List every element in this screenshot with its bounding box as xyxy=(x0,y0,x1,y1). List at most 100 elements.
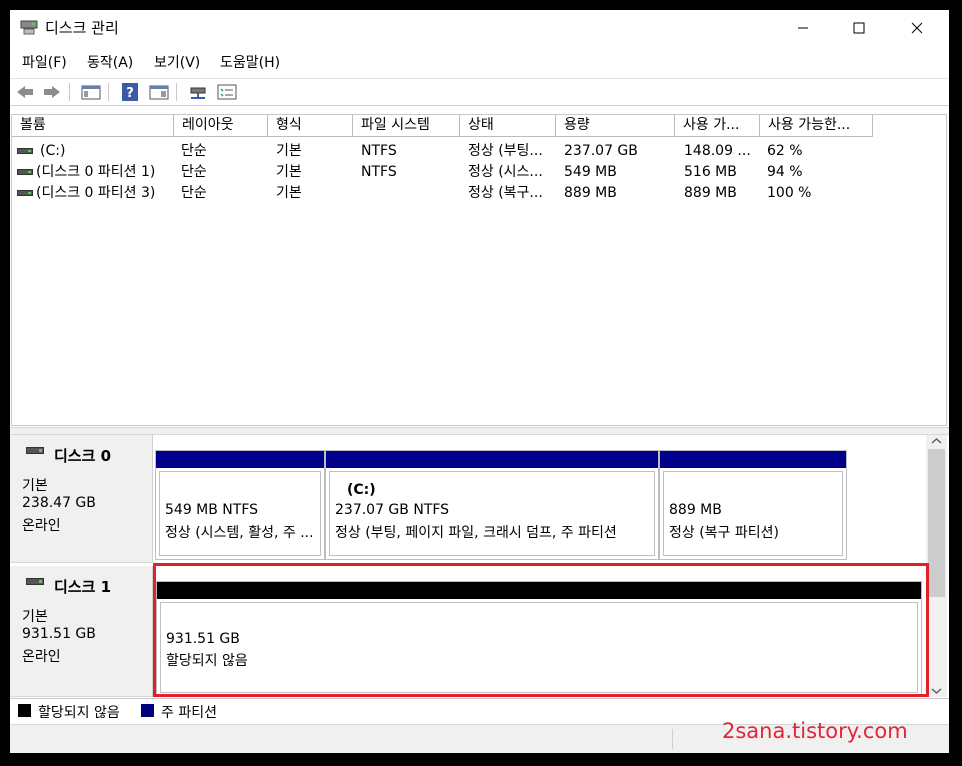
partition-label: (C:) xyxy=(347,482,376,498)
primary-partition-bar xyxy=(156,451,324,468)
cell-type: 기본 xyxy=(276,185,302,201)
close-button[interactable] xyxy=(894,10,940,46)
toolbar-separator xyxy=(176,83,177,101)
minimize-icon xyxy=(798,27,808,29)
partition-body: 889 MB 정상 (복구 파티션) xyxy=(663,471,843,556)
partition-block[interactable]: 889 MB 정상 (복구 파티션) xyxy=(659,450,847,560)
toolbar-separator xyxy=(69,83,70,101)
volume-drive-icon xyxy=(17,169,33,175)
disk-state: 온라인 xyxy=(22,518,61,534)
properties-icon xyxy=(149,85,169,100)
maximize-button[interactable] xyxy=(836,10,882,46)
cell-free-space: 148.09 ... xyxy=(684,143,751,159)
cell-status: 정상 (복구... xyxy=(468,185,543,201)
disk-0-label[interactable]: 디스크 0 기본 238.47 GB 온라인 xyxy=(10,435,153,563)
minimize-button[interactable] xyxy=(780,10,826,46)
col-header-capacity[interactable]: 용량 xyxy=(556,115,675,137)
disk-size: 238.47 GB xyxy=(22,495,96,511)
watermark: 2sana.tistory.com xyxy=(722,719,908,743)
scrollbar-thumb[interactable] xyxy=(928,449,945,597)
status-divider xyxy=(672,729,673,749)
cell-percent-free: 100 % xyxy=(767,185,812,201)
title-bar: 디스크 관리 xyxy=(10,10,949,46)
cell-capacity: 237.07 GB xyxy=(564,143,638,159)
cell-percent-free: 94 % xyxy=(767,164,803,180)
connect-drive-icon xyxy=(190,87,206,99)
menu-help[interactable]: 도움말(H) xyxy=(220,52,280,72)
partition-block[interactable]: (C:) 237.07 GB NTFS 정상 (부팅, 페이지 파일, 크래시 … xyxy=(325,450,659,560)
menu-action[interactable]: 동작(A) xyxy=(87,52,133,72)
col-header-layout[interactable]: 레이아웃 xyxy=(174,115,268,137)
disk-1-label[interactable]: 디스크 1 기본 931.51 GB 온라인 xyxy=(10,566,153,697)
disk-drive-icon xyxy=(26,447,44,454)
cell-free-space: 516 MB xyxy=(684,164,737,180)
back-button[interactable] xyxy=(14,82,36,102)
cell-filesystem: NTFS xyxy=(361,143,397,159)
partition-status: 정상 (부팅, 페이지 파일, 크래시 덤프, 주 파티션 xyxy=(335,525,617,541)
cell-capacity: 549 MB xyxy=(564,164,617,180)
cell-filesystem: NTFS xyxy=(361,164,397,180)
properties-button[interactable] xyxy=(148,82,170,102)
cell-type: 기본 xyxy=(276,164,302,180)
partition-status: 정상 (시스템, 활성, 주 ... xyxy=(165,525,314,541)
connect-button[interactable] xyxy=(187,82,209,102)
legend-label-unallocated: 할당되지 않음 xyxy=(38,705,120,721)
disk-name: 디스크 1 xyxy=(54,578,112,596)
menu-bar: 파일(F) 동작(A) 보기(V) 도움말(H) xyxy=(10,50,949,74)
cell-capacity: 889 MB xyxy=(564,185,617,201)
primary-partition-bar xyxy=(326,451,658,468)
partition-body: 549 MB NTFS 정상 (시스템, 활성, 주 ... xyxy=(159,471,321,556)
disk-drive-icon xyxy=(26,578,44,585)
volume-drive-icon xyxy=(17,148,33,154)
partition-body: (C:) 237.07 GB NTFS 정상 (부팅, 페이지 파일, 크래시 … xyxy=(329,471,655,556)
cell-percent-free: 62 % xyxy=(767,143,803,159)
disk-name: 디스크 0 xyxy=(54,447,112,465)
cell-volume: (디스크 0 파티션 1) xyxy=(36,164,156,180)
vertical-scrollbar[interactable] xyxy=(926,435,947,697)
pane-splitter[interactable] xyxy=(10,427,949,435)
disk-state: 온라인 xyxy=(22,649,61,665)
cell-type: 기본 xyxy=(276,143,302,159)
col-header-type[interactable]: 형식 xyxy=(268,115,353,137)
scroll-up-icon[interactable] xyxy=(931,437,942,445)
col-header-filesystem[interactable]: 파일 시스템 xyxy=(353,115,460,137)
checklist-button[interactable] xyxy=(216,82,238,102)
partition-block[interactable]: 549 MB NTFS 정상 (시스템, 활성, 주 ... xyxy=(155,450,325,560)
col-header-free-space[interactable]: 사용 가... xyxy=(675,115,760,137)
console-tree-button[interactable] xyxy=(80,82,102,102)
disk-size: 931.51 GB xyxy=(22,626,96,642)
forward-button[interactable] xyxy=(41,82,63,102)
cell-free-space: 889 MB xyxy=(684,185,737,201)
partition-size: 549 MB NTFS xyxy=(165,502,259,518)
cell-volume: (C:) xyxy=(40,143,66,159)
cell-layout: 단순 xyxy=(181,164,207,180)
highlight-box xyxy=(153,563,929,697)
col-header-volume[interactable]: 볼륨 xyxy=(12,115,174,137)
col-header-status[interactable]: 상태 xyxy=(460,115,556,137)
scroll-down-icon[interactable] xyxy=(931,687,942,695)
arrow-right-icon xyxy=(44,86,60,98)
console-tree-icon xyxy=(81,85,101,100)
svg-text:?: ? xyxy=(126,86,134,101)
partition-size: 889 MB xyxy=(669,502,722,518)
maximize-icon xyxy=(853,22,865,34)
col-header-percent-free[interactable]: 사용 가능한... xyxy=(760,115,873,137)
cell-status: 정상 (시스... xyxy=(468,164,543,180)
menu-view[interactable]: 보기(V) xyxy=(154,52,200,72)
disk-type: 기본 xyxy=(22,478,48,494)
disk-type: 기본 xyxy=(22,609,48,625)
legend-label-primary: 주 파티션 xyxy=(161,705,217,721)
legend-swatch-primary xyxy=(141,704,154,717)
arrow-left-icon xyxy=(17,86,33,98)
partition-status: 정상 (복구 파티션) xyxy=(669,525,779,541)
legend-swatch-unallocated xyxy=(18,704,31,717)
cell-volume: (디스크 0 파티션 3) xyxy=(36,185,156,201)
help-button[interactable]: ? xyxy=(119,82,141,102)
menu-file[interactable]: 파일(F) xyxy=(22,52,67,72)
cell-layout: 단순 xyxy=(181,185,207,201)
toolbar: ? xyxy=(10,78,949,106)
help-icon: ? xyxy=(122,83,138,101)
cell-layout: 단순 xyxy=(181,143,207,159)
disk-management-app-icon xyxy=(20,20,38,35)
partition-size: 237.07 GB NTFS xyxy=(335,502,450,518)
